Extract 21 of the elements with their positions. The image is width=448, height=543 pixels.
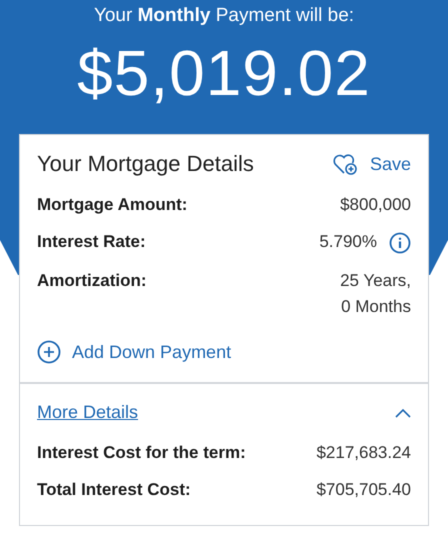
monthly-payment-amount: $5,019.02 [77,41,371,105]
detail-value: 0 Months [341,297,411,317]
detail-label: Interest Cost for the term: [37,443,246,463]
info-icon [389,232,411,254]
heart-plus-icon [332,152,358,176]
add-down-payment-button[interactable]: Add Down Payment [37,340,232,364]
detail-label: Mortgage Amount: [37,195,188,215]
plus-circle-icon [37,340,61,364]
detail-value: $800,000 [340,195,411,215]
more-details-link[interactable]: More Details [37,402,138,423]
detail-label: Interest Rate: [37,232,146,252]
detail-value: 25 Years, [340,271,411,291]
detail-label: Amortization: [37,271,147,291]
payment-caption: Your Monthly Payment will be: [94,5,354,27]
save-button[interactable]: Save [332,152,411,176]
card-title: Your Mortgage Details [37,151,254,177]
detail-value: $705,705.40 [316,480,411,500]
detail-value: $217,683.24 [316,443,411,463]
chevron-up-icon[interactable] [395,408,411,418]
detail-value: 5.790% [319,232,377,252]
detail-label: Total Interest Cost: [37,480,191,500]
